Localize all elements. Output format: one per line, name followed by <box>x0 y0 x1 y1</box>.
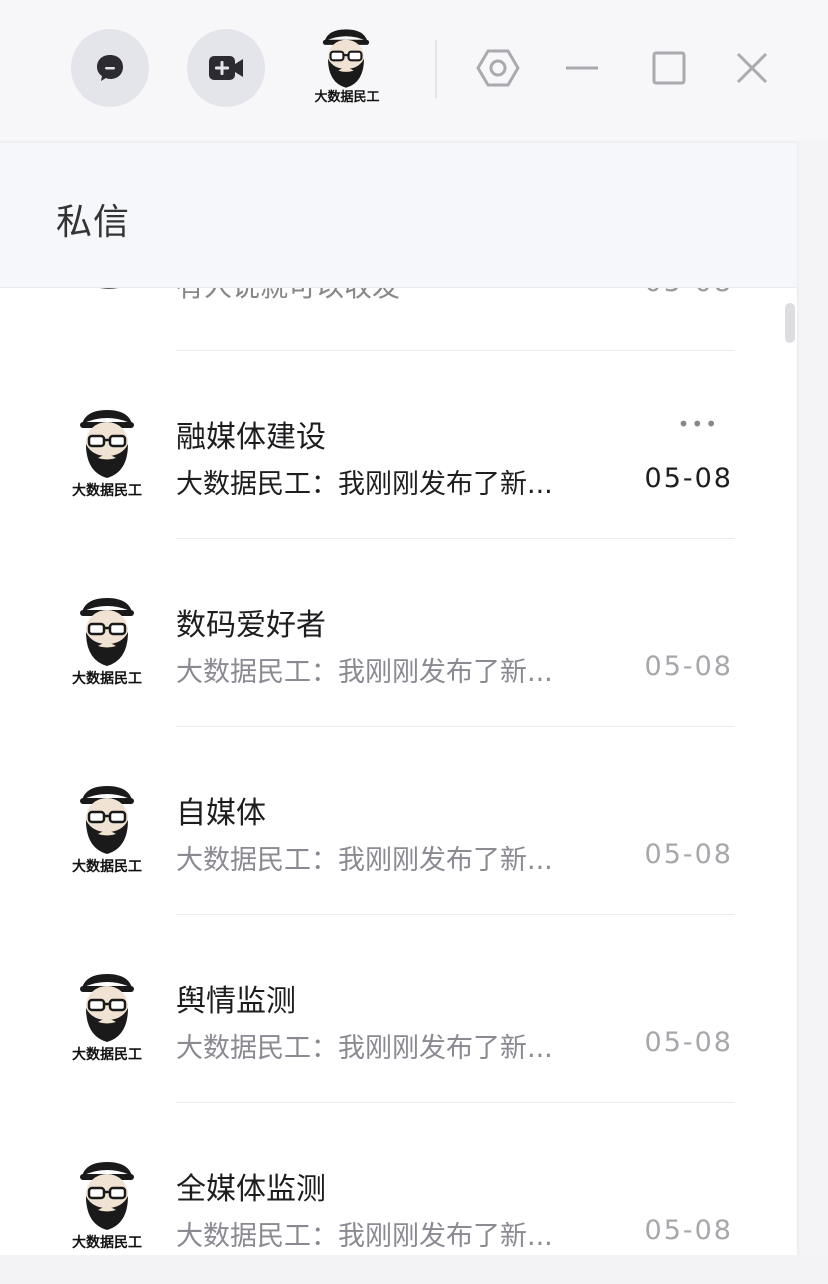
conversation-name: 全媒体监测 <box>176 1172 326 1207</box>
message-time: 05-08 <box>644 651 733 682</box>
settings-button[interactable] <box>468 38 528 98</box>
message-preview: 大数据民工：我刚刚发布了新... <box>176 845 553 876</box>
message-preview: 大数据民工：我刚刚发布了新... <box>176 1221 553 1252</box>
video-button[interactable] <box>187 29 265 107</box>
conversation-row[interactable]: 大数据民工 舆情监测 大数据民工：我刚刚发布了新... 05-08 <box>0 914 797 1102</box>
message-time: 05-08 <box>644 839 733 870</box>
chat-bubble-icon <box>97 55 123 81</box>
bearded-man-icon <box>80 786 134 854</box>
avatar[interactable]: 大数据民工 <box>62 782 152 880</box>
conversation-name: 自媒体 <box>176 796 266 831</box>
row-divider <box>176 726 735 727</box>
bearded-man-icon <box>322 29 370 88</box>
more-options-icon[interactable]: ••• <box>678 412 719 436</box>
toolbar-divider <box>435 40 437 98</box>
avatar-caption: 大数据民工 <box>72 1047 142 1063</box>
bearded-man-icon <box>80 598 134 666</box>
bearded-man-icon <box>80 410 134 478</box>
chat-button[interactable] <box>71 29 149 107</box>
avatar-caption: 大数据民工 <box>72 671 142 687</box>
conversation-name: 融媒体建设 <box>176 420 326 455</box>
message-time: 05-08 <box>644 463 733 494</box>
minimize-button[interactable] <box>552 38 612 98</box>
conversation-row[interactable]: 大数据民工 自媒体 大数据民工：我刚刚发布了新... 05-08 <box>0 726 797 914</box>
avatar-caption: 大数据民工 <box>72 1235 142 1251</box>
maximize-icon <box>652 51 686 85</box>
message-preview: 大数据民工：我刚刚发布了新... <box>176 657 553 688</box>
bearded-man-icon <box>80 1162 134 1230</box>
top-toolbar: 大数据民工 <box>0 0 828 140</box>
row-divider <box>176 914 735 915</box>
private-messages-panel: 私信 有人说就可以收发 05-08 大数据民工 <box>0 143 797 1255</box>
avatar[interactable]: 大数据民工 <box>62 594 152 692</box>
profile-avatar-caption: 大数据民工 <box>314 90 380 105</box>
settings-icon <box>476 49 520 87</box>
avatar-caption: 大数据民工 <box>72 483 142 499</box>
conversation-name: 数码爱好者 <box>176 608 326 643</box>
close-icon <box>736 52 768 84</box>
window-bottom-edge <box>0 1255 828 1284</box>
avatar-caption: 大数据民工 <box>72 859 142 875</box>
scrollbar-thumb[interactable] <box>785 303 795 343</box>
panel-header: 私信 <box>0 143 797 288</box>
message-time: 05-08 <box>644 1027 733 1058</box>
row-divider <box>176 350 735 351</box>
conversation-row[interactable]: 大数据民工 数码爱好者 大数据民工：我刚刚发布了新... 05-08 <box>0 538 797 726</box>
conversation-name: 舆情监测 <box>176 984 296 1019</box>
row-divider <box>176 538 735 539</box>
profile-avatar[interactable]: 大数据民工 <box>307 26 385 110</box>
video-add-icon <box>209 56 243 80</box>
page-title: 私信 <box>56 202 131 243</box>
message-preview: 大数据民工：我刚刚发布了新... <box>176 469 553 500</box>
message-time: 05-08 <box>644 1215 733 1246</box>
minimize-icon <box>566 66 598 70</box>
conversation-row[interactable]: 大数据民工 融媒体建设 大数据民工：我刚刚发布了新... 05-08 ••• <box>0 350 797 538</box>
maximize-button[interactable] <box>639 38 699 98</box>
avatar[interactable]: 大数据民工 <box>62 406 152 504</box>
message-preview: 大数据民工：我刚刚发布了新... <box>176 1033 553 1064</box>
conversation-row[interactable]: 大数据民工 全媒体监测 大数据民工：我刚刚发布了新... 05-08 <box>0 1102 797 1255</box>
close-button[interactable] <box>722 38 782 98</box>
bearded-man-icon <box>80 974 134 1042</box>
avatar[interactable]: 大数据民工 <box>62 970 152 1068</box>
row-divider <box>176 1102 735 1103</box>
avatar[interactable]: 大数据民工 <box>62 1158 152 1255</box>
